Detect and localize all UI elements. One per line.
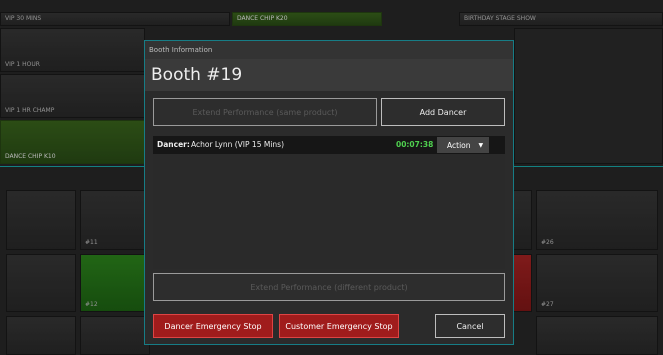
dancer-name: Achor Lynn (VIP 15 Mins) xyxy=(191,140,284,149)
dancer-timer: 00:07:38 xyxy=(396,140,434,149)
dancer-emergency-stop-button[interactable]: Dancer Emergency Stop xyxy=(153,314,273,338)
booth-information-dialog: Booth Information Booth #19 Extend Perfo… xyxy=(144,40,514,345)
extend-same-product-button[interactable]: Extend Performance (same product) xyxy=(153,98,377,126)
dancer-list-area xyxy=(153,154,505,269)
dancer-row: Dancer: Achor Lynn (VIP 15 Mins) 00:07:3… xyxy=(153,136,505,154)
dancer-label: Dancer: xyxy=(157,140,190,149)
extend-different-product-button[interactable]: Extend Performance (different product) xyxy=(153,273,505,301)
action-dropdown[interactable]: Action ▼ xyxy=(437,137,489,153)
dialog-title: Booth #19 xyxy=(145,59,513,91)
caret-down-icon: ▼ xyxy=(478,141,484,149)
action-label: Action xyxy=(447,140,471,150)
dialog-header: Booth Information xyxy=(145,41,513,59)
add-dancer-button[interactable]: Add Dancer xyxy=(381,98,505,126)
customer-emergency-stop-button[interactable]: Customer Emergency Stop xyxy=(279,314,399,338)
cancel-button[interactable]: Cancel xyxy=(435,314,505,338)
